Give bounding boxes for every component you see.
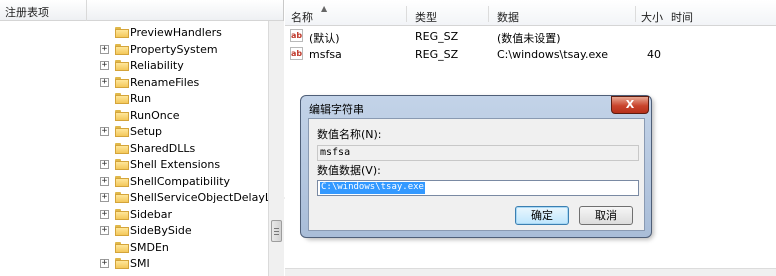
expand-icon[interactable]: +: [100, 226, 109, 235]
value-type-cell: REG_SZ: [415, 30, 459, 43]
tree-item-label: Sidebar: [130, 207, 173, 221]
tree-item-label: SideBySide: [130, 224, 192, 237]
tree-scrollbar[interactable]: [268, 21, 284, 276]
dialog-titlebar[interactable]: 编辑字符串 X: [301, 96, 651, 118]
tree-item[interactable]: + Shell Extensions: [0, 157, 268, 173]
folder-icon: [115, 241, 129, 253]
tree-item-label: SharedDLLs: [130, 141, 196, 155]
value-data-cell: (数值未设置): [497, 32, 561, 45]
folder-icon: [115, 258, 129, 269]
tree-item[interactable]: Run: [0, 91, 268, 107]
expand-icon[interactable]: +: [100, 160, 109, 169]
tree-item[interactable]: + Sidebar: [0, 207, 268, 223]
values-header: 名称 ▲ 类型 数据 大小 时间: [285, 0, 776, 26]
tree-item-label: RenameFiles: [130, 75, 200, 89]
tree-item-label: SMI: [130, 257, 150, 270]
dialog-title: 编辑字符串: [309, 103, 364, 116]
tree-item-label: RunOnce: [130, 108, 180, 122]
tree-item[interactable]: + SMI: [0, 256, 268, 272]
column-header-data[interactable]: 数据: [497, 9, 519, 25]
tree-item[interactable]: RunOnce: [0, 108, 268, 124]
folder-icon: [115, 208, 129, 220]
value-data-cell: C:\windows\tsay.exe: [497, 48, 608, 61]
folder-icon: [115, 76, 129, 88]
tree-item[interactable]: + RenameFiles: [0, 75, 268, 91]
string-value-icon: ab: [290, 29, 303, 42]
tree-item[interactable]: SharedDLLs: [0, 141, 268, 157]
column-divider[interactable]: [406, 6, 407, 22]
tree-item-label: Run: [130, 92, 152, 105]
tree-item-label: Reliability: [130, 59, 184, 72]
scroll-grip-icon: [274, 234, 279, 235]
column-header-type[interactable]: 类型: [415, 9, 437, 25]
folder-icon: [115, 142, 129, 154]
edit-string-dialog: 编辑字符串 X 数值名称(N): msfsa 数值数据(V): C:\windo…: [300, 95, 652, 238]
value-name-label: 数值名称(N):: [317, 128, 382, 141]
column-divider[interactable]: [488, 6, 489, 22]
tree-item[interactable]: SMDEn: [0, 240, 268, 256]
value-name-cell: msfsa: [309, 48, 342, 61]
value-name-cell: (默认): [309, 32, 340, 45]
scroll-grip-icon: [274, 228, 279, 229]
tree-item[interactable]: + ShellServiceObjectDelayLoad: [0, 190, 291, 206]
expand-icon[interactable]: +: [100, 61, 109, 70]
column-header-size[interactable]: 大小: [641, 9, 663, 25]
folder-icon: [115, 43, 129, 55]
folder-icon: [115, 225, 129, 236]
folder-icon: [115, 27, 129, 38]
expand-icon[interactable]: +: [100, 259, 109, 268]
folder-icon: [115, 109, 129, 121]
tree-item[interactable]: + PropertySystem: [0, 42, 268, 58]
expand-icon[interactable]: +: [100, 209, 109, 219]
tree-header-divider: [86, 0, 87, 21]
folder-icon: [115, 60, 129, 71]
tree-item[interactable]: + Reliability: [0, 58, 268, 74]
expand-icon[interactable]: +: [100, 127, 109, 136]
value-size-cell: 40: [647, 48, 661, 61]
value-data-label: 数值数据(V):: [317, 164, 381, 177]
tree-item-label: ShellCompatibility: [130, 174, 231, 188]
tree-item-label: PropertySystem: [130, 42, 218, 56]
folder-icon: [115, 159, 129, 170]
column-divider[interactable]: [635, 6, 636, 22]
scroll-grip-icon: [274, 231, 279, 232]
folder-icon: [115, 175, 129, 187]
dialog-body: 数值名称(N): msfsa 数值数据(V): C:\windows\tsay.…: [308, 118, 645, 231]
tree-item-label: Setup: [130, 125, 163, 138]
registry-tree-pane: 注册表项 PreviewHandlers + PropertySystem + Reli…: [0, 0, 291, 276]
column-header-time[interactable]: 时间: [671, 9, 693, 25]
tree-item-label: PreviewHandlers: [130, 26, 222, 39]
expand-icon[interactable]: +: [100, 193, 109, 202]
expand-icon[interactable]: +: [100, 77, 109, 87]
column-header-name[interactable]: 名称: [291, 9, 313, 25]
cancel-button[interactable]: 取消: [579, 206, 633, 225]
value-name-text: msfsa: [320, 147, 351, 158]
tree-item-label: Shell Extensions: [130, 158, 221, 171]
close-icon: X: [625, 98, 635, 111]
tree-item[interactable]: + Setup: [0, 124, 268, 140]
ok-button[interactable]: 确定: [515, 206, 569, 225]
string-value-icon: ab: [290, 47, 303, 60]
value-data-input[interactable]: C:\windows\tsay.exe: [317, 180, 639, 196]
tree-item[interactable]: PreviewHandlers: [0, 25, 268, 41]
value-data-text: C:\windows\tsay.exe: [321, 182, 424, 192]
value-row[interactable]: ab msfsa REG_SZ C:\windows\tsay.exe 40: [285, 45, 776, 63]
sort-ascending-icon: ▲: [321, 4, 328, 13]
close-button[interactable]: X: [611, 96, 649, 114]
folder-icon: [115, 93, 129, 104]
tree-header-title: 注册表项: [5, 6, 49, 19]
value-type-cell: REG_SZ: [415, 48, 459, 61]
folder-icon: [115, 126, 129, 137]
tree-item[interactable]: + SideBySide: [0, 223, 268, 239]
value-row[interactable]: ab (默认) REG_SZ (数值未设置): [285, 27, 776, 45]
horizontal-scrollbar[interactable]: [285, 268, 776, 276]
value-name-field: msfsa: [317, 145, 639, 161]
tree-scrollbar-thumb[interactable]: [271, 220, 282, 242]
folder-icon: [115, 192, 129, 203]
tree-header: 注册表项: [0, 0, 283, 21]
tree-item[interactable]: + ShellCompatibility: [0, 174, 268, 190]
expand-icon[interactable]: +: [100, 44, 109, 54]
expand-icon[interactable]: +: [100, 176, 109, 186]
tree-item-label: SMDEn: [130, 240, 169, 254]
